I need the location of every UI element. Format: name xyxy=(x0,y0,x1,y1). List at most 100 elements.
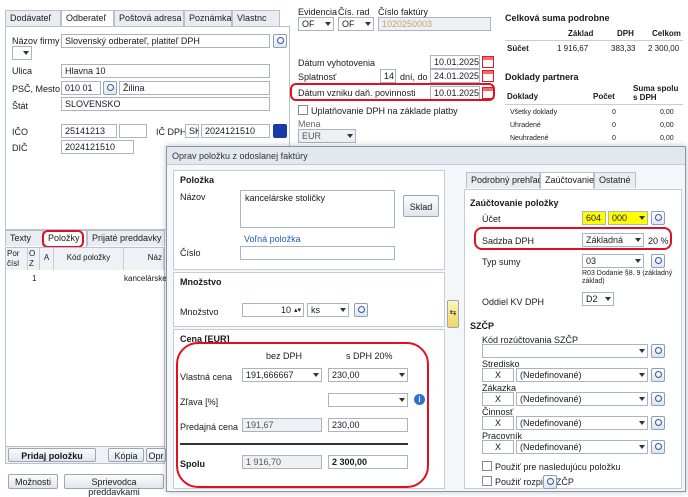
mnozstvo-label: Množstvo xyxy=(180,307,219,317)
opr-button[interactable]: Opr xyxy=(146,448,166,462)
kod-szcp-select[interactable] xyxy=(482,344,648,358)
evidencia-select[interactable]: OF xyxy=(298,17,334,31)
volna-polozka-link[interactable]: Voľná položka xyxy=(244,234,301,244)
splatnost-input[interactable]: 24.01.2025 xyxy=(430,69,480,83)
mnozstvo-input[interactable]: 10 ▴▾ xyxy=(242,303,304,317)
zakazka-code[interactable]: X xyxy=(482,392,514,406)
tab-postova-adresa[interactable]: Poštová adresa xyxy=(114,10,184,26)
typ-sumy-search-icon[interactable] xyxy=(651,254,665,268)
polozka-section-title: Položka xyxy=(180,175,215,185)
eu-flag-icon[interactable] xyxy=(273,124,287,138)
cinnost-search-icon[interactable] xyxy=(651,416,665,430)
unit-search-icon[interactable] xyxy=(354,303,368,317)
ico-extra-input[interactable] xyxy=(119,124,147,138)
splitter-arrows-icon[interactable]: ⇆ xyxy=(447,300,459,328)
tab-texty[interactable]: Texty xyxy=(5,230,43,246)
typ-sumy-label: Typ sumy xyxy=(482,257,521,267)
ucet-sub-select[interactable]: 000 xyxy=(608,211,648,225)
nazov-textarea[interactable]: kancelárske stoličky xyxy=(240,190,395,228)
pracovnik-select[interactable]: (Nedefinované) xyxy=(516,440,648,454)
firm-dropdown[interactable] xyxy=(12,46,32,60)
tab-poznamka[interactable]: Poznámka xyxy=(184,10,232,26)
partner-col-pocet: Počet xyxy=(593,92,615,101)
icdph-input[interactable]: 2024121510 xyxy=(201,124,270,138)
mena-label: Mena xyxy=(298,119,321,129)
tab-ostatne[interactable]: Ostatné xyxy=(594,172,636,188)
ucet-main-input[interactable]: 604 xyxy=(582,211,606,225)
partner-col-doklady: Doklady xyxy=(507,92,539,101)
ucet-search-icon[interactable] xyxy=(651,211,665,225)
nazov-label: Názov xyxy=(180,192,206,202)
psc-input[interactable]: 010 01 xyxy=(61,81,101,95)
ucet-label: Účet xyxy=(482,214,501,224)
grid-header-kod: Kód položky xyxy=(54,248,124,270)
pracovnik-code[interactable]: X xyxy=(482,440,514,454)
pracovnik-search-icon[interactable] xyxy=(651,440,665,454)
tab-vlastnosti[interactable]: Vlastnc xyxy=(232,10,280,26)
partner-col-suma: Suma spolu s DPH xyxy=(633,84,679,102)
street-label: Ulica xyxy=(12,66,33,76)
street-input[interactable]: Hlavna 10 xyxy=(61,64,270,78)
vyhotovenia-input[interactable]: 10.01.2025 xyxy=(430,55,480,69)
partner-row-1-pocet: 0 xyxy=(612,122,616,129)
ico-input[interactable]: 25141213 xyxy=(61,124,117,138)
splatnost-label: Splatnosť xyxy=(298,72,337,82)
moznosti-button[interactable]: Možnosti xyxy=(8,474,58,489)
kod-szcp-search-icon[interactable] xyxy=(651,344,665,358)
table-row[interactable]: 1 kancelárske xyxy=(6,272,167,285)
pridaj-polozku-button[interactable]: Pridaj položku xyxy=(8,448,96,462)
sklad-button[interactable]: Sklad xyxy=(403,195,439,217)
tab-dodavatel[interactable]: Dodávateľ xyxy=(5,10,61,26)
icdph-prefix[interactable]: SK xyxy=(185,124,199,138)
stredisko-select[interactable]: (Nedefinované) xyxy=(516,368,648,382)
oddiel-kv-label: Oddiel KV DPH xyxy=(482,297,545,307)
grid-header-nazov: Náz xyxy=(124,248,164,270)
stredisko-search-icon[interactable] xyxy=(651,368,665,382)
uplatnovanie-checkbox[interactable] xyxy=(298,105,308,115)
tab-podrobny-prehlad[interactable]: Podrobný prehľad xyxy=(466,172,543,188)
zakazka-select[interactable]: (Nedefinované) xyxy=(516,392,648,406)
summary-col-zaklad: Základ xyxy=(568,29,594,38)
splatnost-days-input[interactable]: 14 xyxy=(380,69,396,83)
partner-row-1-label: Uhradené xyxy=(510,122,541,129)
state-input[interactable]: SLOVENSKO xyxy=(61,97,270,111)
oddiel-kv-select[interactable]: D2 xyxy=(582,292,614,306)
cislo-input[interactable] xyxy=(240,246,395,260)
pouzit-nasledujucu-checkbox[interactable] xyxy=(482,461,492,471)
psc-search-icon[interactable] xyxy=(103,81,117,95)
typ-sumy-note: R03 Dodanie §8. 9 (základný základ) xyxy=(582,270,673,285)
pouzit-rozpis-label: Použiť rozpis SZČP xyxy=(495,477,574,487)
cinnost-code[interactable]: X xyxy=(482,416,514,430)
splatnost-calendar-icon[interactable] xyxy=(482,70,494,82)
firm-input[interactable]: Slovenský odberateľ, platiteľ DPH xyxy=(61,34,270,48)
pouzit-nasledujucu-label: Použiť pre nasledujúcu položku xyxy=(495,462,621,472)
tab-odberatel[interactable]: Odberateľ xyxy=(61,10,114,27)
dialog-title: Oprav položku z odoslanej faktúry xyxy=(172,151,308,161)
firm-search-icon[interactable] xyxy=(273,34,287,48)
typ-sumy-select[interactable]: 03 xyxy=(582,254,644,268)
city-label: PSČ, Mesto xyxy=(12,84,61,94)
cislo-faktury-input[interactable]: 1020250003 xyxy=(378,17,491,31)
vyhotovenia-calendar-icon[interactable] xyxy=(482,56,494,68)
stredisko-code[interactable]: X xyxy=(482,368,514,382)
zakazka-search-icon[interactable] xyxy=(651,392,665,406)
rozpis-search-icon[interactable] xyxy=(543,475,557,489)
kopia-button[interactable]: Kópia xyxy=(108,448,144,462)
grid-header-a: A xyxy=(40,248,54,270)
tab-zauctovanie[interactable]: Zaúčtovanie xyxy=(540,172,594,189)
uplatnovanie-label: Uplatňovanie DPH na základe platby xyxy=(311,106,458,116)
mnozstvo-unit-select[interactable]: ks xyxy=(307,303,349,317)
pouzit-rozpis-checkbox[interactable] xyxy=(482,476,492,486)
partner-row-2-suma: 0,00 xyxy=(660,135,674,142)
dic-label: DIČ xyxy=(12,143,28,153)
city-input[interactable]: Žilina xyxy=(119,81,270,95)
cis-rad-select[interactable]: OF xyxy=(338,17,374,31)
tab-prijate-preddavky[interactable]: Prijaté preddavky xyxy=(87,230,165,246)
sprievodca-button[interactable]: Sprievodca preddavkami xyxy=(64,474,164,497)
sadzba-highlight xyxy=(474,227,672,250)
dic-input[interactable]: 2024121510 xyxy=(61,140,134,154)
grid-header-por: Por čísl xyxy=(6,248,28,270)
mena-select[interactable]: EUR xyxy=(298,129,356,143)
cinnost-select[interactable]: (Nedefinované) xyxy=(516,416,648,430)
vznik-highlight xyxy=(290,83,495,101)
